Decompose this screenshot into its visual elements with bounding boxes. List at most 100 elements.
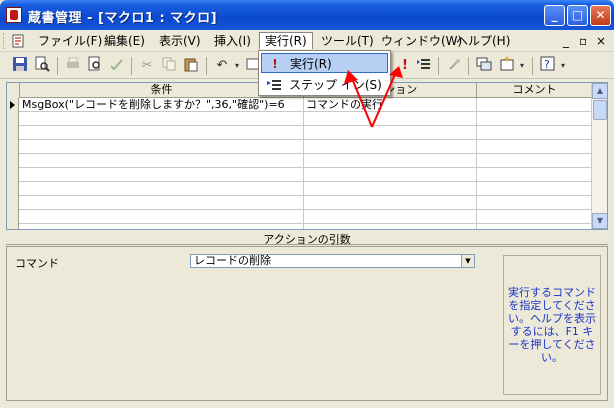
database-window-icon[interactable]: [474, 56, 494, 76]
empty-cell[interactable]: [20, 196, 304, 210]
empty-row[interactable]: [7, 112, 593, 126]
new-object-icon[interactable]: [497, 56, 517, 76]
menu-view[interactable]: 表示(V): [154, 33, 206, 50]
empty-cell[interactable]: [20, 210, 304, 224]
empty-row[interactable]: [7, 154, 593, 168]
undo-dropdown-icon[interactable]: ▾: [232, 56, 242, 76]
empty-cell[interactable]: [20, 140, 304, 154]
empty-cell[interactable]: [20, 154, 304, 168]
empty-cell[interactable]: [20, 126, 304, 140]
menu-run[interactable]: 実行(R): [259, 32, 313, 49]
row-selector-header[interactable]: [7, 83, 20, 98]
empty-cell[interactable]: [477, 168, 593, 182]
cell-condition[interactable]: MsgBox("レコードを削除しますか？",36,"確認")=6: [20, 98, 304, 112]
row-selector[interactable]: [7, 196, 19, 210]
toolbar-separator: [131, 57, 132, 75]
menu-grip[interactable]: [3, 33, 6, 49]
empty-cell[interactable]: [304, 168, 477, 182]
menu-tools[interactable]: ツール(T): [316, 33, 379, 50]
action-arguments-title: アクションの引数: [6, 231, 608, 246]
close-button[interactable]: ✕: [590, 5, 611, 26]
empty-cell[interactable]: [304, 196, 477, 210]
new-object-dropdown-icon[interactable]: ▾: [517, 56, 527, 76]
empty-row[interactable]: [7, 182, 593, 196]
empty-cell[interactable]: [20, 112, 304, 126]
row-selector[interactable]: [7, 168, 19, 182]
empty-cell[interactable]: [477, 126, 593, 140]
build-icon[interactable]: [445, 56, 465, 76]
help-icon[interactable]: ?: [538, 56, 558, 76]
svg-text:?: ?: [544, 58, 550, 71]
empty-cell[interactable]: [477, 196, 593, 210]
menu-edit[interactable]: 編集(E): [99, 33, 150, 50]
empty-row[interactable]: [7, 196, 593, 210]
empty-row[interactable]: [7, 126, 593, 140]
doc-minimize-button[interactable]: _: [563, 34, 569, 48]
command-field[interactable]: レコードの削除 ▼: [190, 254, 475, 268]
paste-icon[interactable]: [181, 56, 201, 76]
empty-cell[interactable]: [304, 182, 477, 196]
toolbar-separator: [206, 57, 207, 75]
empty-row[interactable]: [7, 224, 593, 229]
menu-insert[interactable]: 挿入(I): [209, 33, 256, 50]
header-comment[interactable]: コメント: [477, 83, 593, 98]
scroll-down-icon[interactable]: ▼: [592, 213, 607, 229]
empty-cell[interactable]: [477, 224, 593, 229]
menu-item-run-label: 実行(R): [290, 57, 332, 71]
row-selector[interactable]: [7, 140, 19, 154]
help-dropdown-icon[interactable]: ▾: [558, 56, 568, 76]
empty-cell[interactable]: [477, 210, 593, 224]
minimize-button[interactable]: _: [544, 5, 565, 26]
row-selector[interactable]: [7, 126, 19, 140]
maximize-button[interactable]: □: [567, 5, 588, 26]
menu-help[interactable]: ヘルプ(H): [451, 33, 515, 50]
copy-icon[interactable]: [159, 56, 179, 76]
empty-cell[interactable]: [477, 112, 593, 126]
doc-close-button[interactable]: ×: [596, 34, 606, 48]
row-selector[interactable]: [7, 182, 19, 196]
empty-cell[interactable]: [477, 182, 593, 196]
row-selector[interactable]: [7, 224, 19, 229]
file-search-icon[interactable]: [32, 56, 52, 76]
empty-cell[interactable]: [304, 154, 477, 168]
row-selector[interactable]: [7, 154, 19, 168]
print-preview-icon[interactable]: [85, 56, 105, 76]
access-app-icon[interactable]: [6, 7, 22, 23]
empty-row[interactable]: [7, 210, 593, 224]
toolbar-separator: [468, 57, 469, 75]
title-bar: 蔵書管理 - [マクロ1 : マクロ] _ □ ✕: [0, 0, 614, 30]
table-row[interactable]: MsgBox("レコードを削除しますか？",36,"確認")=6 コマンドの実行: [7, 98, 593, 112]
menu-file[interactable]: ファイル(F): [33, 33, 107, 50]
help-text: 実行するコマンドを指定してください。ヘルプを表示するには、F1 キーを押してくだ…: [503, 255, 601, 395]
empty-row[interactable]: [7, 168, 593, 182]
vertical-scrollbar[interactable]: ▲ ▼: [591, 83, 607, 229]
empty-cell[interactable]: [304, 140, 477, 154]
command-field-value: レコードの削除: [194, 254, 271, 267]
row-selector[interactable]: [7, 210, 19, 224]
empty-cell[interactable]: [477, 140, 593, 154]
empty-cell[interactable]: [477, 154, 593, 168]
spelling-icon[interactable]: [107, 56, 127, 76]
empty-cell[interactable]: [304, 224, 477, 229]
print-icon[interactable]: [63, 56, 83, 76]
empty-cell[interactable]: [304, 210, 477, 224]
macro-doc-icon[interactable]: [11, 34, 25, 48]
doc-restore-button[interactable]: ▫: [579, 34, 587, 48]
undo-icon[interactable]: ↶: [212, 56, 232, 76]
cut-icon[interactable]: ✂: [137, 56, 157, 76]
empty-cell[interactable]: [20, 168, 304, 182]
menu-bar: ファイル(F) 編集(E) 表示(V) 挿入(I) 実行(R) ツール(T) ウ…: [0, 30, 614, 52]
command-dropdown-icon[interactable]: ▼: [461, 255, 474, 267]
save-icon[interactable]: [10, 56, 30, 76]
empty-row[interactable]: [7, 140, 593, 154]
toolbar-separator: [438, 57, 439, 75]
row-selector[interactable]: [7, 98, 19, 112]
scroll-thumb[interactable]: [593, 100, 607, 120]
empty-cell[interactable]: [20, 182, 304, 196]
cell-comment[interactable]: [477, 98, 593, 112]
scroll-up-icon[interactable]: ▲: [592, 83, 607, 99]
row-selector[interactable]: [7, 112, 19, 126]
empty-cell[interactable]: [20, 224, 304, 229]
toolbar-separator: [57, 57, 58, 75]
action-arguments-panel: コマンド レコードの削除 ▼ 実行するコマンドを指定してください。ヘルプを表示す…: [6, 246, 608, 401]
